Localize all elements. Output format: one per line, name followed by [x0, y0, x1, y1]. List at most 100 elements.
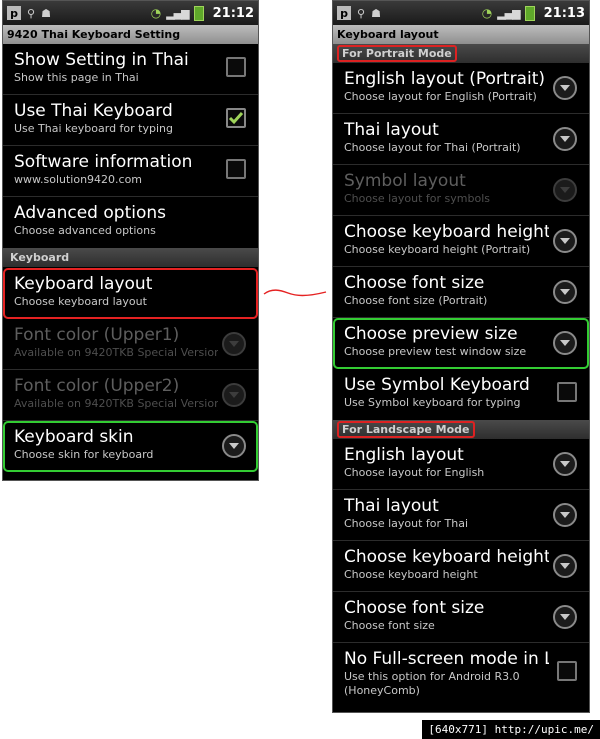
chevron-down-icon[interactable]	[553, 229, 577, 253]
pref-summary: Choose preview test window size	[344, 345, 527, 358]
pref-summary: Choose font size (Portrait)	[344, 294, 488, 307]
pref-symbol-layout: Symbol layout Choose layout for symbols	[333, 165, 589, 216]
signal-icon: ▂▄▆	[166, 6, 189, 20]
app-notification-icon: p	[337, 6, 351, 20]
android-debug-icon: ☗	[41, 6, 51, 20]
pref-summary: Choose layout for English (Portrait)	[344, 90, 537, 103]
pref-english-layout-portrait[interactable]: English layout (Portrait) Choose layout …	[333, 63, 589, 114]
pref-thai-layout-portrait[interactable]: Thai layout Choose layout for Thai (Port…	[333, 114, 589, 165]
pref-title: No Full-screen mode in L	[344, 649, 549, 669]
pref-summary: Use Symbol keyboard for typing	[344, 396, 521, 409]
android-debug-icon: ☗	[371, 6, 381, 20]
pref-title: Choose preview size	[344, 324, 518, 344]
usb-icon: ⚲	[357, 6, 366, 20]
pref-keyboard-height-landscape[interactable]: Choose keyboard height Choose keyboard h…	[333, 541, 589, 592]
pref-summary: Choose layout for Thai	[344, 517, 469, 530]
app-title: 9420 Thai Keyboard Setting	[3, 25, 258, 44]
pref-software-information[interactable]: Software information www.solution9420.co…	[3, 146, 258, 197]
category-label: Keyboard	[10, 251, 70, 264]
checkbox-checked[interactable]	[226, 108, 246, 128]
pref-use-thai-keyboard[interactable]: Use Thai Keyboard Use Thai keyboard for …	[3, 95, 258, 146]
left-screen: p ⚲ ☗ ◔ ▂▄▆ 21:12 9420 Thai Keyboard Set…	[2, 0, 259, 481]
pref-title: Advanced options	[14, 203, 166, 223]
pref-title: Thai layout	[344, 120, 439, 140]
chevron-down-icon[interactable]	[553, 280, 577, 304]
pref-title: Font color (Upper2)	[14, 376, 180, 396]
pref-summary: Choose advanced options	[14, 224, 156, 237]
pref-title: Symbol layout	[344, 171, 466, 191]
checkbox[interactable]	[557, 382, 577, 402]
category-label: For Landscape Mode	[337, 421, 475, 438]
category-header-portrait: For Portrait Mode	[333, 44, 589, 63]
image-host-watermark: [640x771] http://upic.me/	[422, 720, 600, 739]
pref-english-layout-landscape[interactable]: English layout Choose layout for English	[333, 439, 589, 490]
pref-summary: Use this option for Android R3.0 (HoneyC…	[344, 670, 520, 697]
pref-title: English layout	[344, 445, 464, 465]
pref-summary: Choose font size	[344, 619, 435, 632]
pref-summary: Choose layout for symbols	[344, 192, 491, 205]
chevron-down-icon	[222, 332, 246, 356]
pref-preview-size[interactable]: Choose preview size Choose preview test …	[333, 318, 589, 369]
pref-title: Font color (Upper1)	[14, 325, 180, 345]
category-header-keyboard: Keyboard	[3, 248, 258, 267]
pref-title: Keyboard layout	[14, 274, 153, 294]
pref-title: Show Setting in Thai	[14, 50, 189, 70]
pref-title: Software information	[14, 152, 193, 172]
usb-icon: ⚲	[27, 6, 36, 20]
pref-use-symbol-keyboard[interactable]: Use Symbol Keyboard Use Symbol keyboard …	[333, 369, 589, 420]
pref-no-fullscreen-landscape[interactable]: No Full-screen mode in L Use this option…	[333, 643, 589, 705]
chevron-down-icon[interactable]	[222, 434, 246, 458]
pref-font-size-landscape[interactable]: Choose font size Choose font size	[333, 592, 589, 643]
pref-summary: Choose keyboard height (Portrait)	[344, 243, 531, 256]
pref-summary: Choose keyboard height	[344, 568, 478, 581]
chevron-down-icon	[553, 178, 577, 202]
chevron-down-icon[interactable]	[553, 452, 577, 476]
chevron-down-icon	[222, 383, 246, 407]
pref-keyboard-height-portrait[interactable]: Choose keyboard height Choose keyboard h…	[333, 216, 589, 267]
status-bar: p ⚲ ☗ ◔ ▂▄▆ 21:13	[333, 1, 589, 25]
chevron-down-icon[interactable]	[553, 554, 577, 578]
pref-summary: Choose layout for Thai (Portrait)	[344, 141, 521, 154]
pref-title: English layout (Portrait)	[344, 69, 545, 89]
check-icon	[228, 112, 244, 125]
pref-advanced-options[interactable]: Advanced options Choose advanced options	[3, 197, 258, 248]
chevron-down-icon[interactable]	[553, 331, 577, 355]
pref-title: Choose font size	[344, 598, 485, 618]
pref-summary: Use Thai keyboard for typing	[14, 122, 173, 135]
category-label: For Portrait Mode	[337, 45, 457, 62]
pref-summary: www.solution9420.com	[14, 173, 143, 186]
pref-title: Use Symbol Keyboard	[344, 375, 530, 395]
pref-summary: Show this page in Thai	[14, 71, 139, 84]
clock: 21:13	[543, 5, 585, 21]
signal-icon: ▂▄▆	[497, 6, 520, 20]
pref-title: Keyboard skin	[14, 427, 134, 447]
battery-icon	[193, 5, 204, 21]
checkbox[interactable]	[226, 159, 246, 179]
chevron-down-icon[interactable]	[553, 503, 577, 527]
pref-summary: Choose layout for English	[344, 466, 485, 479]
pref-keyboard-layout[interactable]: Keyboard layout Choose keyboard layout	[3, 268, 258, 319]
chevron-down-icon[interactable]	[553, 605, 577, 629]
right-screen: p ⚲ ☗ ◔ ▂▄▆ 21:13 Keyboard layout For Po…	[332, 0, 590, 713]
pref-show-setting-in-thai[interactable]: Show Setting in Thai Show this page in T…	[3, 44, 258, 95]
clock: 21:12	[212, 5, 254, 21]
pref-font-size-portrait[interactable]: Choose font size Choose font size (Portr…	[333, 267, 589, 318]
pref-title: Choose keyboard height	[344, 547, 549, 567]
category-header-landscape: For Landscape Mode	[333, 420, 589, 439]
pref-title: Thai layout	[344, 496, 439, 516]
pref-summary: Available on 9420TKB Special Version	[14, 397, 218, 410]
chevron-down-icon[interactable]	[553, 76, 577, 100]
app-notification-icon: p	[7, 6, 21, 20]
connector-line	[263, 289, 327, 297]
pref-title: Use Thai Keyboard	[14, 101, 173, 121]
pref-title: Choose keyboard height	[344, 222, 549, 242]
chevron-down-icon[interactable]	[553, 127, 577, 151]
checkbox[interactable]	[226, 57, 246, 77]
wifi-icon: ◔	[481, 6, 493, 20]
pref-keyboard-skin[interactable]: Keyboard skin Choose skin for keyboard	[3, 421, 258, 472]
pref-summary: Choose skin for keyboard	[14, 448, 154, 461]
checkbox[interactable]	[557, 661, 577, 681]
pref-font-color-upper2: Font color (Upper2) Available on 9420TKB…	[3, 370, 258, 421]
battery-icon	[524, 5, 535, 21]
pref-thai-layout-landscape[interactable]: Thai layout Choose layout for Thai	[333, 490, 589, 541]
